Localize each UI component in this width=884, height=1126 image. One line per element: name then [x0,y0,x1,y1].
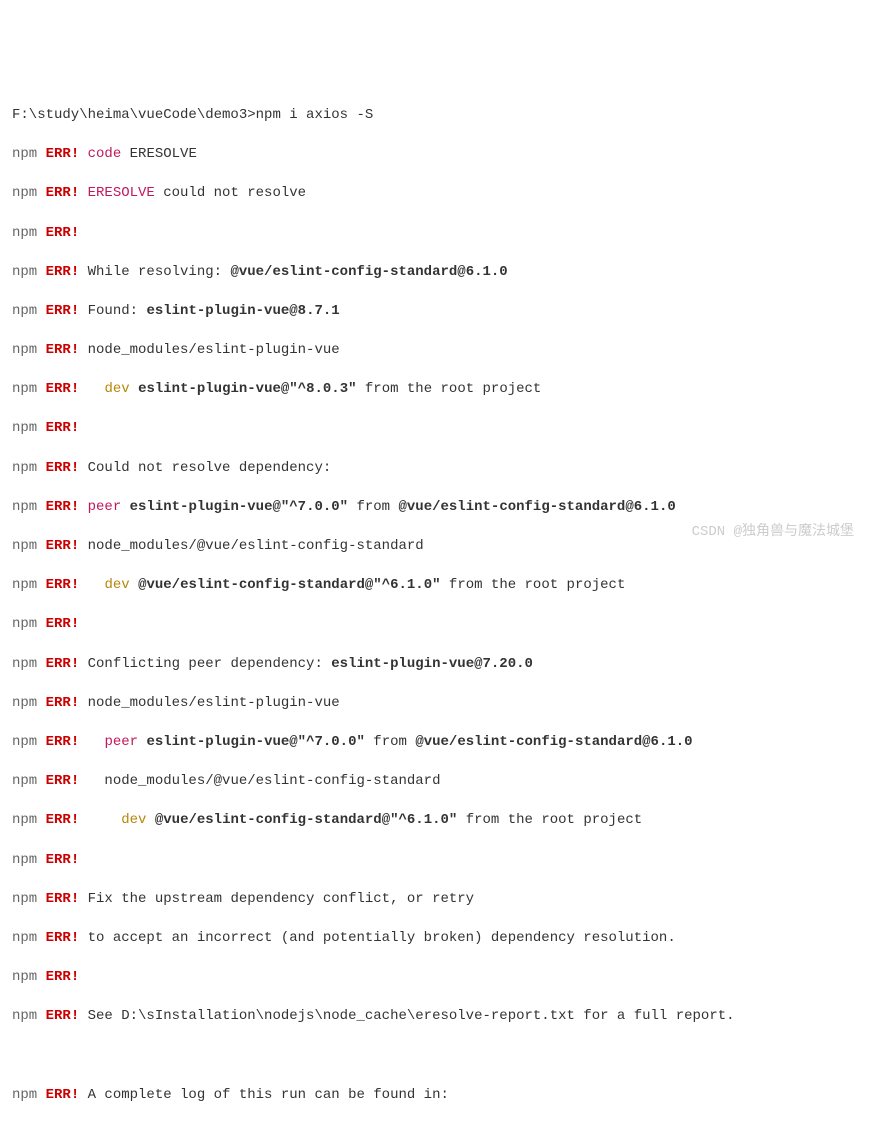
err-line: npm ERR! See D:\sInstallation\nodejs\nod… [12,1007,872,1027]
err-line: npm ERR! to accept an incorrect (and pot… [12,929,872,949]
err-line: npm ERR! peer eslint-plugin-vue@"^7.0.0"… [12,498,872,518]
err-line: npm ERR! node_modules/@vue/eslint-config… [12,772,872,792]
err-line: npm ERR! Could not resolve dependency: [12,459,872,479]
err-line: npm ERR! code ERESOLVE [12,145,872,165]
err-line: npm ERR! [12,851,872,871]
err-line: npm ERR! [12,419,872,439]
err-line: npm ERR! Conflicting peer dependency: es… [12,655,872,675]
err-line: npm ERR! dev @vue/eslint-config-standard… [12,811,872,831]
err-line: npm ERR! ERESOLVE could not resolve [12,184,872,204]
err-line: npm ERR! dev eslint-plugin-vue@"^8.0.3" … [12,380,872,400]
err-line: npm ERR! D:\sInstallation\nodejs\node_ca… [12,1125,872,1126]
err-line: npm ERR! node_modules/@vue/eslint-config… [12,537,872,557]
err-line: npm ERR! node_modules/eslint-plugin-vue [12,694,872,714]
err-line: npm ERR! [12,224,872,244]
err-line: npm ERR! dev @vue/eslint-config-standard… [12,576,872,596]
command-prompt: F:\study\heima\vueCode\demo3>npm i axios… [12,106,872,126]
err-line: npm ERR! node_modules/eslint-plugin-vue [12,341,872,361]
err-line: npm ERR! peer eslint-plugin-vue@"^7.0.0"… [12,733,872,753]
err-line: npm ERR! Fix the upstream dependency con… [12,890,872,910]
terminal-output: F:\study\heima\vueCode\demo3>npm i axios… [12,86,872,1126]
err-line: npm ERR! While resolving: @vue/eslint-co… [12,263,872,283]
err-line: npm ERR! [12,968,872,988]
blank-line [12,1046,872,1066]
err-line: npm ERR! A complete log of this run can … [12,1086,872,1106]
err-line: npm ERR! [12,615,872,635]
err-line: npm ERR! Found: eslint-plugin-vue@8.7.1 [12,302,872,322]
